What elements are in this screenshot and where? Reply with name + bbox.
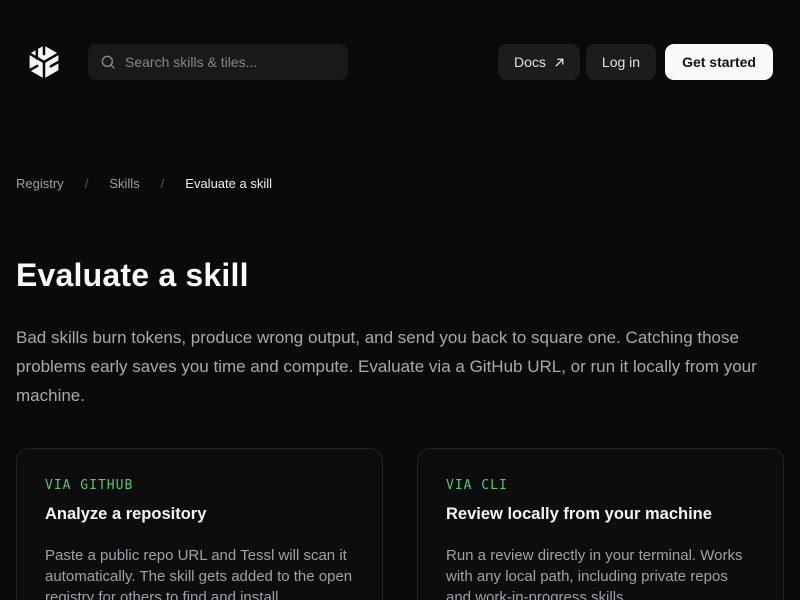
breadcrumb-separator: / <box>161 175 165 193</box>
breadcrumb: Registry / Skills / Evaluate a skill <box>16 175 784 193</box>
page-title: Evaluate a skill <box>16 256 784 294</box>
breadcrumb-separator: / <box>85 175 89 193</box>
card-github-title: Analyze a repository <box>45 503 354 525</box>
get-started-button[interactable]: Get started <box>665 44 773 80</box>
external-link-arrow-icon <box>553 56 566 69</box>
intro-paragraph: Bad skills burn tokens, produce wrong ou… <box>16 323 784 410</box>
docs-button-label: Docs <box>514 54 546 70</box>
card-cli-body: Run a review directly in your terminal. … <box>446 545 755 600</box>
breadcrumb-skills[interactable]: Skills <box>109 175 139 193</box>
card-cli-title: Review locally from your machine <box>446 503 755 525</box>
option-cards: VIA GITHUB Analyze a repository Paste a … <box>16 448 784 600</box>
search-icon <box>100 54 116 70</box>
card-via-cli[interactable]: VIA CLI Review locally from your machine… <box>417 448 784 600</box>
get-started-button-label: Get started <box>682 54 756 70</box>
card-github-body: Paste a public repo URL and Tessl will s… <box>45 545 354 600</box>
tessl-logo-icon[interactable] <box>26 44 62 80</box>
main-content: Evaluate a skill Bad skills burn tokens,… <box>0 256 800 600</box>
card-cli-tag: VIA CLI <box>446 478 755 494</box>
card-github-tag: VIA GITHUB <box>45 478 354 494</box>
breadcrumb-current-page: Evaluate a skill <box>185 175 272 193</box>
login-button-label: Log in <box>602 54 640 70</box>
top-nav: Docs Log in Get started <box>26 44 773 80</box>
docs-button[interactable]: Docs <box>498 44 580 80</box>
search-field[interactable] <box>125 54 336 70</box>
card-via-github[interactable]: VIA GITHUB Analyze a repository Paste a … <box>16 448 383 600</box>
search-input[interactable] <box>88 44 348 80</box>
login-button[interactable]: Log in <box>586 44 656 80</box>
breadcrumb-registry[interactable]: Registry <box>16 175 64 193</box>
